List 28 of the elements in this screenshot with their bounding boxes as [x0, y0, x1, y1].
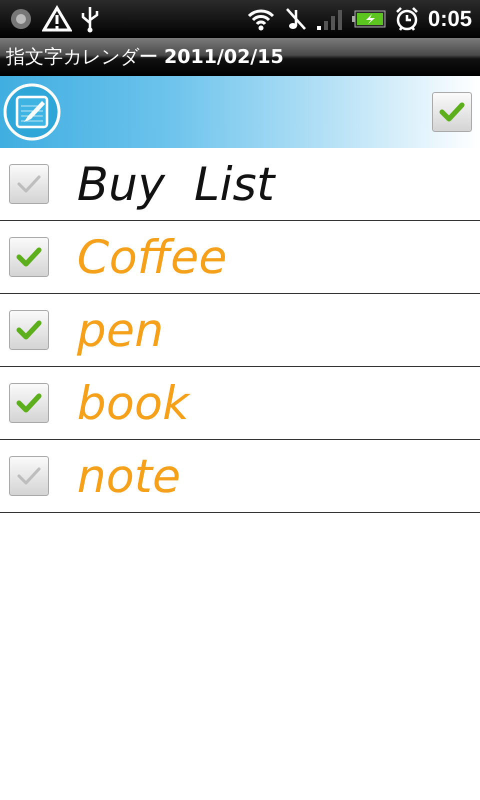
- usb-icon: [80, 5, 100, 33]
- item-checkbox[interactable]: [9, 164, 49, 204]
- edit-button[interactable]: [2, 82, 62, 142]
- notification-icon: [8, 6, 34, 32]
- battery-icon: [352, 9, 386, 29]
- check-icon: [439, 102, 465, 122]
- handwritten-item-text: pen: [77, 303, 164, 357]
- check-icon: [16, 320, 42, 340]
- check-icon: [16, 247, 42, 267]
- handwritten-item-text: book: [77, 376, 190, 430]
- app-title: 指文字カレンダー 2011/02/15: [6, 45, 284, 70]
- item-checkbox[interactable]: [9, 456, 49, 496]
- alarm-clock-icon: [394, 6, 420, 32]
- item-checkbox[interactable]: [9, 237, 49, 277]
- warning-icon: [42, 5, 72, 33]
- note-pen-icon: [2, 82, 62, 142]
- check-icon: [16, 466, 42, 486]
- select-all-checkbox[interactable]: [432, 92, 472, 132]
- check-icon: [16, 174, 42, 194]
- handwritten-item-text: note: [77, 449, 181, 503]
- handwritten-item-text: Coffee: [77, 230, 228, 284]
- handwritten-item-text: Buy List: [77, 157, 275, 211]
- signal-icon: [316, 7, 344, 31]
- muted-music-icon: [284, 6, 308, 32]
- item-checkbox[interactable]: [9, 383, 49, 423]
- check-icon: [16, 393, 42, 413]
- clock-time: 0:05: [428, 6, 472, 32]
- item-checkbox[interactable]: [9, 310, 49, 350]
